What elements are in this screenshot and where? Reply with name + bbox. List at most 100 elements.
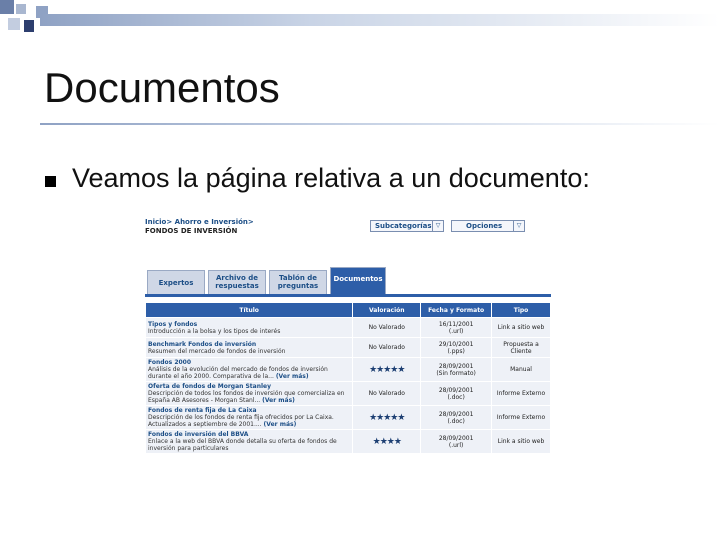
document-title-link[interactable]: Benchmark Fondos de inversión — [148, 341, 350, 348]
table-row[interactable]: Fondos 2000 Análisis de la evolución del … — [144, 357, 551, 382]
rating-stars-icon: ★★★★★ — [369, 412, 405, 423]
column-header[interactable]: Tipo — [491, 302, 551, 318]
document-description: Enlace a la web del BBVA donde detalla s… — [148, 438, 350, 452]
document-description: Resumen del mercado de fondos de inversi… — [148, 348, 350, 355]
rating-cell: No Valorado — [352, 337, 422, 358]
table-row[interactable]: Fondos de inversión del BBVA Enlace a la … — [144, 429, 551, 454]
document-description: Descripción de todos los fondos de inver… — [148, 390, 350, 404]
chevron-down-icon: ▽ — [513, 221, 524, 231]
date-format-cell: 28/09/2001 (.doc) — [420, 381, 493, 406]
document-date: 28/09/2001 — [438, 410, 474, 418]
document-type: Informe Externo — [496, 390, 546, 397]
tab-expertos[interactable]: Expertos — [147, 270, 205, 294]
date-format-cell: 28/09/2001 (.doc) — [420, 405, 493, 430]
document-description: Análisis de la evolución del mercado de … — [148, 366, 350, 380]
document-format: (.doc) — [447, 393, 465, 401]
document-title-link[interactable]: Tipos y fondos — [148, 321, 350, 328]
column-header[interactable]: Valoración — [352, 302, 422, 318]
document-format: (.doc) — [447, 417, 465, 425]
rating-cell: ★★★★★ — [352, 405, 422, 430]
rating-cell: ★★★★ — [352, 429, 422, 454]
rating-cell: No Valorado — [352, 317, 422, 338]
document-date: 29/10/2001 — [438, 340, 474, 348]
ver-mas-link[interactable]: (Ver más) — [276, 373, 309, 380]
bullet-text: Veamos la página relativa a un documento… — [72, 163, 590, 193]
document-format: (.pps) — [447, 347, 465, 355]
description-text: Resumen del mercado de fondos de inversi… — [148, 347, 286, 355]
tab-documentos[interactable]: Documentos — [330, 267, 386, 294]
type-cell: Propuesta a Cliente — [491, 337, 551, 358]
embedded-screenshot: Inicio> Ahorro e Inversión> FONDOS DE IN… — [143, 216, 553, 498]
document-type: Link a sitio web — [497, 324, 545, 331]
type-cell: Informe Externo — [491, 381, 551, 406]
rating-text: No Valorado — [368, 390, 405, 397]
document-cell: Oferta de fondos de Morgan Stanley Descri… — [144, 381, 354, 406]
document-title-link[interactable]: Fondos de renta fija de La Caixa — [148, 407, 350, 414]
description-text: Descripción de todos los fondos de inver… — [148, 390, 345, 404]
ver-mas-link[interactable]: (Ver más) — [264, 421, 297, 428]
document-date: 28/09/2001 — [438, 362, 474, 370]
document-format: (.url) — [448, 441, 464, 449]
description-text: Enlace a la web del BBVA donde detalla s… — [148, 438, 337, 452]
column-header[interactable]: Título — [144, 302, 354, 318]
opciones-label: Opciones — [466, 222, 503, 230]
description-text: Descripción de los fondos de renta fija … — [148, 414, 334, 428]
rating-stars-icon: ★★★★ — [372, 436, 402, 447]
title-rule — [40, 123, 720, 125]
type-cell: Link a sitio web — [491, 317, 551, 338]
document-title-link[interactable]: Fondos 2000 — [148, 359, 350, 366]
tab-tablon-preguntas[interactable]: Tablón de preguntas — [269, 270, 327, 294]
table-row[interactable]: Fondos de renta fija de La Caixa Descripc… — [144, 405, 551, 430]
document-title-link[interactable]: Fondos de inversión del BBVA — [148, 431, 350, 438]
current-section: FONDOS DE INVERSIÓN — [145, 227, 238, 235]
date-format-cell: 16/11/2001 (.url) — [420, 317, 493, 338]
ver-mas-link[interactable]: (Ver más) — [262, 397, 295, 404]
document-cell: Fondos de renta fija de La Caixa Descripc… — [144, 405, 354, 430]
tab-label: Expertos — [158, 279, 194, 287]
rating-text: No Valorado — [368, 324, 405, 331]
table-header-row: Título Valoración Fecha y Formato Tipo — [144, 302, 551, 318]
document-format: (.url) — [448, 327, 464, 335]
bullet-square-icon — [45, 176, 56, 187]
chevron-down-icon: ▽ — [432, 221, 443, 231]
document-type: Link a sitio web — [497, 438, 545, 445]
table-row[interactable]: Oferta de fondos de Morgan Stanley Descri… — [144, 381, 551, 406]
type-cell: Manual — [491, 357, 551, 382]
tab-label: Documentos — [333, 275, 383, 283]
document-type: Propuesta a Cliente — [503, 340, 539, 355]
tab-bar: Expertos Archivo de respuestas Tablón de… — [145, 266, 551, 297]
column-header[interactable]: Fecha y Formato — [420, 302, 493, 318]
document-cell: Benchmark Fondos de inversión Resumen del… — [144, 337, 354, 358]
subcategorias-label: Subcategorías — [375, 222, 432, 230]
document-description: Descripción de los fondos de renta fija … — [148, 414, 350, 428]
table-row[interactable]: Benchmark Fondos de inversión Resumen del… — [144, 337, 551, 358]
date-format-cell: 28/09/2001 (.url) — [420, 429, 493, 454]
rating-cell: ★★★★★ — [352, 357, 422, 382]
document-date: 28/09/2001 — [438, 386, 474, 394]
documents-table: Título Valoración Fecha y Formato Tipo T… — [144, 302, 551, 454]
description-text: Introducción a la bolsa y los tipos de i… — [148, 327, 281, 335]
document-cell: Tipos y fondos Introducción a la bolsa y … — [144, 317, 354, 338]
document-date: 28/09/2001 — [438, 434, 474, 442]
table-row[interactable]: Tipos y fondos Introducción a la bolsa y … — [144, 317, 551, 338]
document-type: Informe Externo — [496, 414, 546, 421]
tab-label: Archivo de respuestas — [215, 274, 259, 290]
document-description: Introducción a la bolsa y los tipos de i… — [148, 328, 350, 335]
type-cell: Informe Externo — [491, 405, 551, 430]
opciones-dropdown[interactable]: Opciones ▽ — [451, 220, 525, 232]
header-bar — [40, 14, 720, 26]
subcategorias-dropdown[interactable]: Subcategorías ▽ — [370, 220, 444, 232]
date-format-cell: 28/09/2001 (Sin formato) — [420, 357, 493, 382]
slide-title: Documentos — [44, 64, 280, 111]
rating-stars-icon: ★★★★★ — [369, 364, 405, 375]
tab-label: Tablón de preguntas — [277, 274, 319, 290]
document-cell: Fondos 2000 Análisis de la evolución del … — [144, 357, 354, 382]
type-cell: Link a sitio web — [491, 429, 551, 454]
rating-cell: No Valorado — [352, 381, 422, 406]
breadcrumb[interactable]: Inicio> Ahorro e Inversión> — [145, 218, 254, 226]
document-type: Manual — [510, 366, 532, 373]
date-format-cell: 29/10/2001 (.pps) — [420, 337, 493, 358]
document-format: (Sin formato) — [436, 369, 476, 377]
document-title-link[interactable]: Oferta de fondos de Morgan Stanley — [148, 383, 350, 390]
tab-archivo-respuestas[interactable]: Archivo de respuestas — [208, 270, 266, 294]
